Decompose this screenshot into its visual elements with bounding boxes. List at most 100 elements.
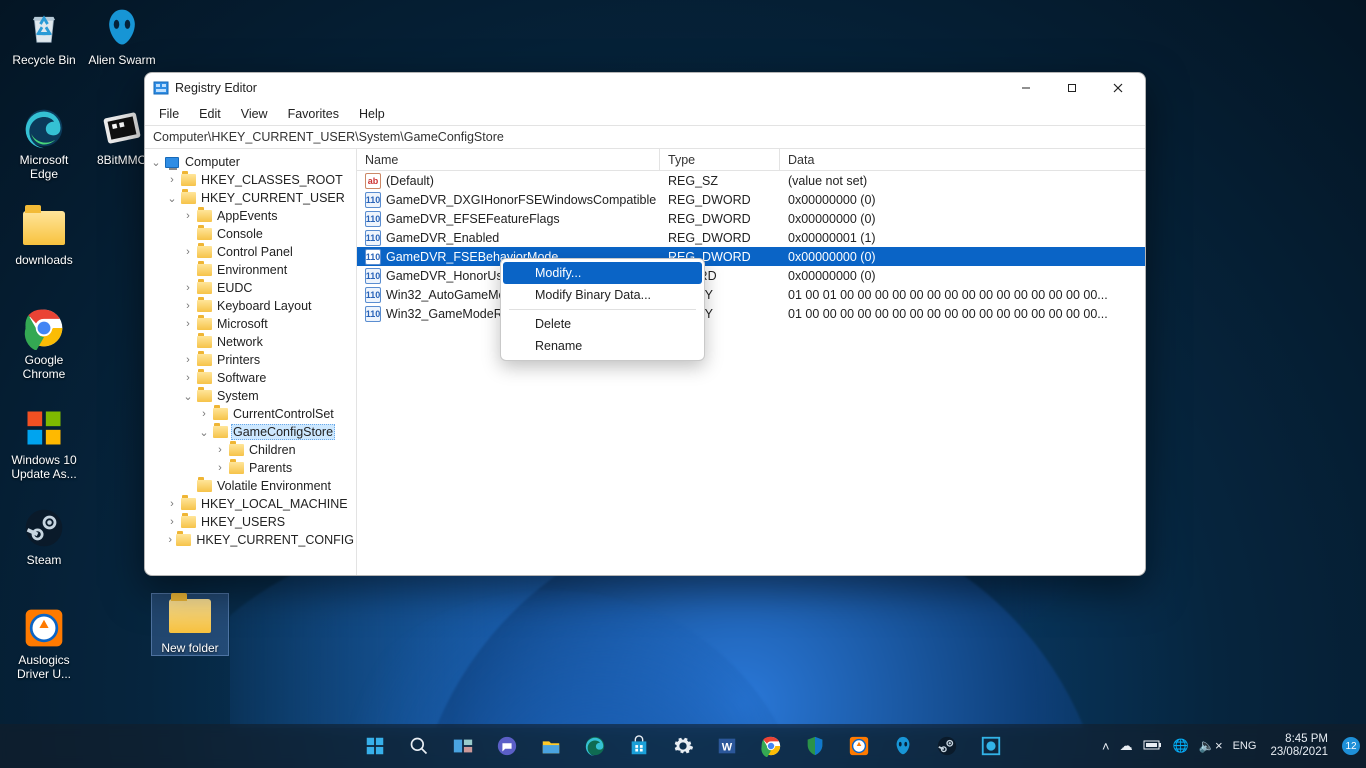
tree-item[interactable]: ⌄System: [149, 387, 356, 405]
menu-help[interactable]: Help: [349, 105, 395, 123]
taskbar-explorer-icon[interactable]: [531, 726, 571, 766]
close-button[interactable]: [1095, 73, 1141, 103]
taskbar-steam-icon[interactable]: [927, 726, 967, 766]
tray-network-icon[interactable]: 🌐: [1173, 738, 1189, 754]
expand-toggle-icon[interactable]: ›: [213, 462, 227, 474]
tree-item[interactable]: Network: [149, 333, 356, 351]
tray-battery-icon[interactable]: [1143, 739, 1163, 754]
desktop-icon-recycle[interactable]: Recycle Bin: [6, 6, 82, 67]
taskbar-taskview-icon[interactable]: [443, 726, 483, 766]
expand-toggle-icon[interactable]: ›: [181, 282, 195, 294]
tray-chevron-up-icon[interactable]: ˄: [1102, 739, 1110, 754]
tree-item[interactable]: ›HKEY_USERS: [149, 513, 356, 531]
titlebar[interactable]: Registry Editor: [145, 73, 1145, 103]
expand-toggle-icon[interactable]: ⌄: [165, 192, 179, 205]
expand-toggle-icon[interactable]: ⌄: [149, 156, 163, 169]
expand-toggle-icon[interactable]: ›: [165, 534, 175, 546]
expand-toggle-icon[interactable]: ›: [181, 246, 195, 258]
taskbar-search-icon[interactable]: [399, 726, 439, 766]
col-type[interactable]: Type: [660, 149, 780, 170]
desktop-icon-chrome[interactable]: Google Chrome: [6, 306, 82, 381]
value-row[interactable]: 110Win32_AutoGameMo3INARY01 00 01 00 00 …: [357, 285, 1145, 304]
column-headers[interactable]: Name Type Data: [357, 149, 1145, 171]
tree-item[interactable]: ›EUDC: [149, 279, 356, 297]
taskbar-start-icon[interactable]: [355, 726, 395, 766]
desktop-icon-alien[interactable]: Alien Swarm: [84, 6, 160, 67]
tree-item[interactable]: ›HKEY_CLASSES_ROOT: [149, 171, 356, 189]
value-row[interactable]: 110GameDVR_HonorUserDWORD0x00000000 (0): [357, 266, 1145, 285]
taskbar-settings-icon[interactable]: [663, 726, 703, 766]
tree-item[interactable]: ›Printers: [149, 351, 356, 369]
tree-item[interactable]: ›Keyboard Layout: [149, 297, 356, 315]
tray-volume-icon[interactable]: 🔈×: [1199, 738, 1223, 754]
tray-language-icon[interactable]: ENG: [1233, 740, 1257, 752]
col-data[interactable]: Data: [780, 149, 1145, 170]
desktop-icon-auslogics[interactable]: Auslogics Driver U...: [6, 606, 82, 681]
expand-toggle-icon[interactable]: ›: [181, 372, 195, 384]
tree-item[interactable]: ›Software: [149, 369, 356, 387]
taskbar-edge-icon[interactable]: [575, 726, 615, 766]
desktop-icon-winupd[interactable]: Windows 10 Update As...: [6, 406, 82, 481]
expand-toggle-icon[interactable]: ›: [181, 300, 195, 312]
context-item-rename[interactable]: Rename: [503, 335, 702, 357]
expand-toggle-icon[interactable]: ›: [181, 318, 195, 330]
expand-toggle-icon[interactable]: ›: [181, 210, 195, 222]
taskbar[interactable]: W ˄ ☁ 🌐 🔈× ENG 8:45 PM 23/08/2021 12: [0, 724, 1366, 768]
col-name[interactable]: Name: [357, 149, 660, 170]
tree-item[interactable]: ›Control Panel: [149, 243, 356, 261]
value-row[interactable]: ab(Default)REG_SZ(value not set): [357, 171, 1145, 190]
taskbar-chat-icon[interactable]: [487, 726, 527, 766]
value-row[interactable]: 110GameDVR_EFSEFeatureFlagsREG_DWORD0x00…: [357, 209, 1145, 228]
context-menu[interactable]: Modify...Modify Binary Data... DeleteRena…: [500, 258, 705, 361]
menubar[interactable]: FileEditViewFavoritesHelp: [145, 103, 1145, 125]
maximize-button[interactable]: [1049, 73, 1095, 103]
context-item-modify-binary-data-[interactable]: Modify Binary Data...: [503, 284, 702, 306]
tree-item[interactable]: ›CurrentControlSet: [149, 405, 356, 423]
tree-item[interactable]: Volatile Environment: [149, 477, 356, 495]
taskbar-app-icon[interactable]: [971, 726, 1011, 766]
menu-view[interactable]: View: [231, 105, 278, 123]
menu-file[interactable]: File: [149, 105, 189, 123]
desktop-icon-downloads[interactable]: downloads: [6, 206, 82, 267]
tree-item[interactable]: Environment: [149, 261, 356, 279]
address-bar[interactable]: Computer\HKEY_CURRENT_USER\System\GameCo…: [145, 125, 1145, 149]
taskbar-clock[interactable]: 8:45 PM 23/08/2021: [1270, 733, 1328, 759]
expand-toggle-icon[interactable]: ›: [165, 516, 179, 528]
context-item-modify-[interactable]: Modify...: [503, 262, 702, 284]
desktop-icon-steam[interactable]: Steam: [6, 506, 82, 567]
taskbar-store-icon[interactable]: [619, 726, 659, 766]
tree-item[interactable]: ›HKEY_CURRENT_CONFIG: [149, 531, 356, 549]
menu-edit[interactable]: Edit: [189, 105, 231, 123]
tree-item[interactable]: ›Children: [149, 441, 356, 459]
expand-toggle-icon[interactable]: ⌄: [181, 390, 195, 403]
tree-item[interactable]: ›HKEY_LOCAL_MACHINE: [149, 495, 356, 513]
tree-item[interactable]: ›Parents: [149, 459, 356, 477]
taskbar-alien-icon[interactable]: [883, 726, 923, 766]
tree-item[interactable]: ›Microsoft: [149, 315, 356, 333]
notification-badge[interactable]: 12: [1342, 737, 1360, 755]
tree-pane[interactable]: ⌄Computer›HKEY_CLASSES_ROOT⌄HKEY_CURRENT…: [145, 149, 357, 575]
minimize-button[interactable]: [1003, 73, 1049, 103]
desktop-icon-edge[interactable]: Microsoft Edge: [6, 106, 82, 181]
expand-toggle-icon[interactable]: ›: [181, 354, 195, 366]
menu-favorites[interactable]: Favorites: [278, 105, 349, 123]
taskbar-auslogics-icon[interactable]: [839, 726, 879, 766]
value-row[interactable]: 110Win32_GameModeRe3INARY01 00 00 00 00 …: [357, 304, 1145, 323]
taskbar-word-icon[interactable]: W: [707, 726, 747, 766]
tree-item[interactable]: ⌄GameConfigStore: [149, 423, 356, 441]
expand-toggle-icon[interactable]: ›: [213, 444, 227, 456]
tree-item[interactable]: ⌄Computer: [149, 153, 356, 171]
context-item-delete[interactable]: Delete: [503, 313, 702, 335]
expand-toggle-icon[interactable]: ⌄: [197, 426, 211, 439]
expand-toggle-icon[interactable]: ›: [165, 498, 179, 510]
value-row[interactable]: 110GameDVR_EnabledREG_DWORD0x00000001 (1…: [357, 228, 1145, 247]
taskbar-chrome-icon[interactable]: [751, 726, 791, 766]
tree-item[interactable]: ⌄HKEY_CURRENT_USER: [149, 189, 356, 207]
value-row[interactable]: 110GameDVR_FSEBehaviorModeREG_DWORD0x000…: [357, 247, 1145, 266]
tree-item[interactable]: Console: [149, 225, 356, 243]
expand-toggle-icon[interactable]: ›: [165, 174, 179, 186]
taskbar-defender-icon[interactable]: [795, 726, 835, 766]
system-tray[interactable]: ˄ ☁ 🌐 🔈× ENG: [1102, 738, 1256, 754]
tray-onedrive-icon[interactable]: ☁: [1120, 738, 1133, 754]
desktop-icon-newfolder[interactable]: New folder: [152, 594, 228, 655]
